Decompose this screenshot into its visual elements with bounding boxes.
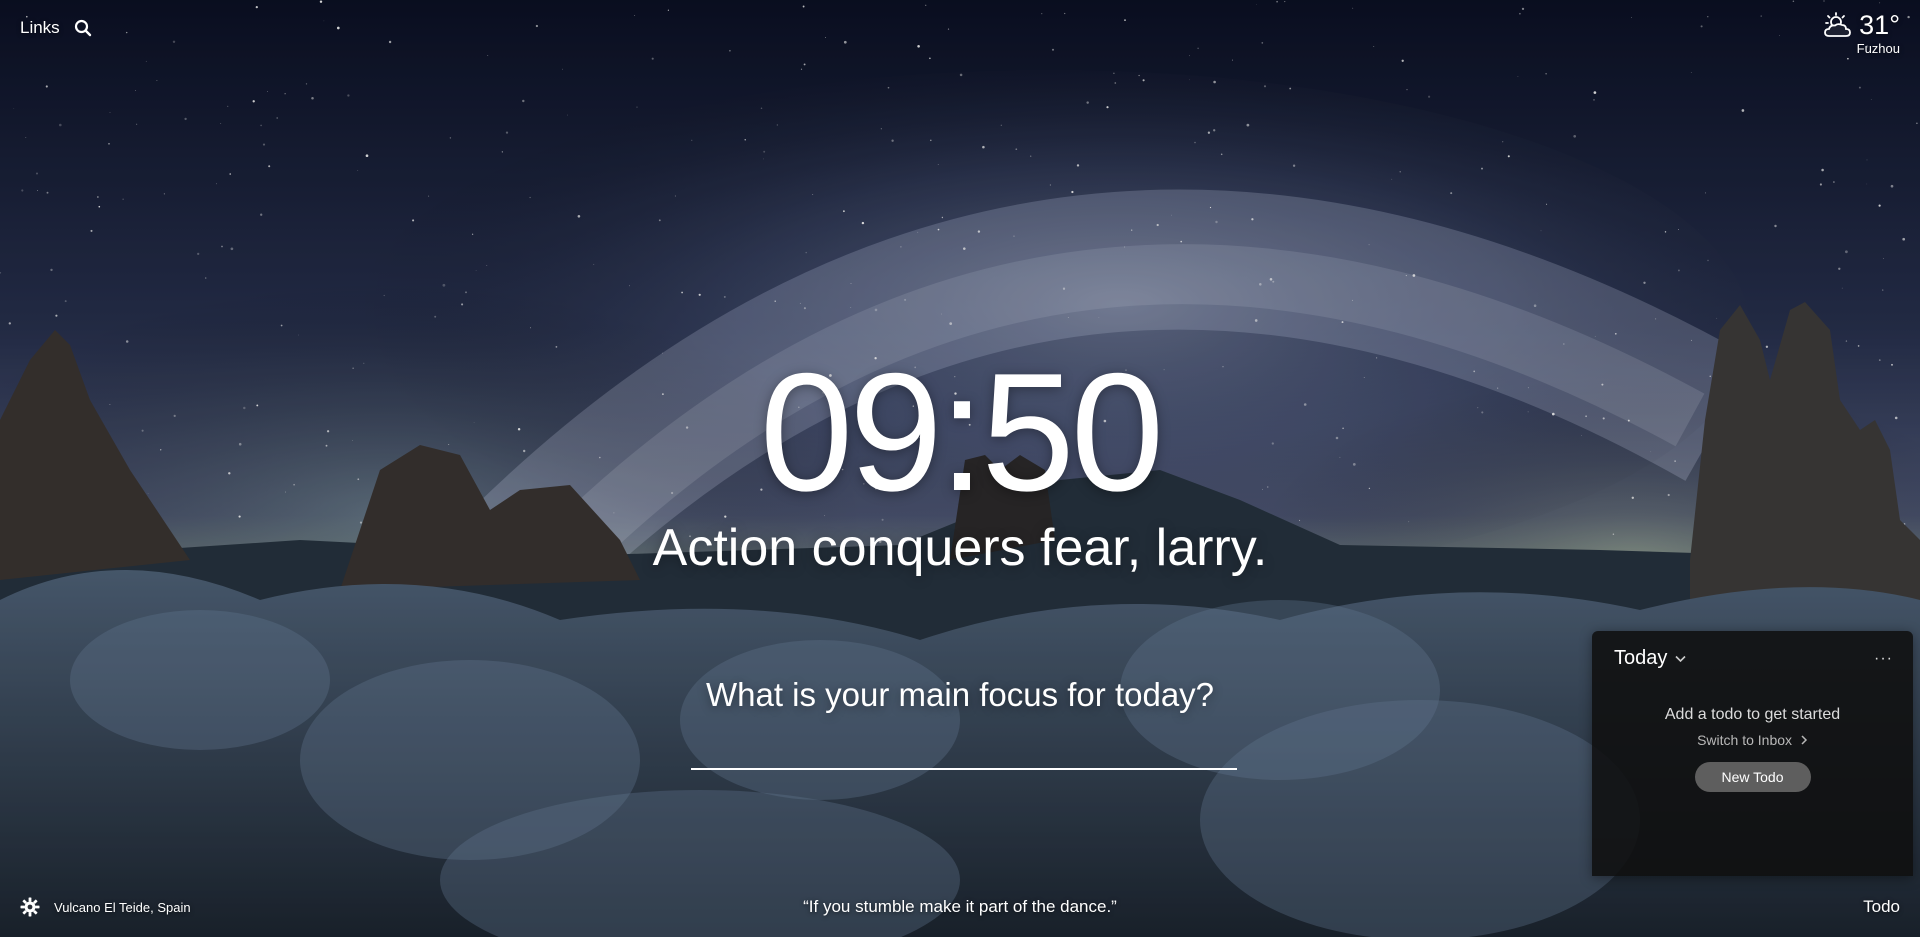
clock: 09:50 — [759, 338, 1164, 526]
todo-empty-text: Add a todo to get started — [1664, 706, 1841, 723]
center-block: 09:50 Action conquers fear, larry. — [0, 348, 1920, 574]
switch-to-inbox-link[interactable]: Switch to Inbox — [1592, 732, 1913, 748]
new-todo-button[interactable]: New Todo — [1694, 762, 1811, 792]
weather-temperature: 31° — [1859, 10, 1900, 40]
todo-toggle-button[interactable]: Todo — [1863, 897, 1900, 917]
todo-list-selector[interactable]: Today — [1614, 647, 1686, 670]
todo-header: Today ··· — [1592, 631, 1913, 670]
chevron-right-icon — [1801, 735, 1807, 745]
greeting: Action conquers fear, larry. — [652, 519, 1268, 577]
more-options-icon[interactable]: ··· — [1874, 650, 1893, 668]
todo-panel: Today ··· Add a todo to get started Swit… — [1592, 631, 1913, 876]
daily-quote[interactable]: “If you stumble make it part of the danc… — [0, 897, 1920, 917]
focus-input[interactable] — [691, 736, 1237, 770]
links-bar: Links — [20, 18, 92, 38]
partly-cloudy-icon — [1824, 11, 1852, 37]
links-button[interactable]: Links — [20, 18, 60, 38]
todo-empty-state: Add a todo to get started Switch to Inbo… — [1592, 706, 1913, 792]
search-icon[interactable] — [74, 19, 92, 37]
todo-title: Today — [1614, 647, 1668, 669]
chevron-down-icon — [1675, 655, 1686, 662]
weather-widget[interactable]: 31° Fuzhou — [1823, 10, 1900, 56]
weather-city: Fuzhou — [1856, 41, 1900, 56]
switch-to-inbox-label: Switch to Inbox — [1697, 732, 1793, 748]
